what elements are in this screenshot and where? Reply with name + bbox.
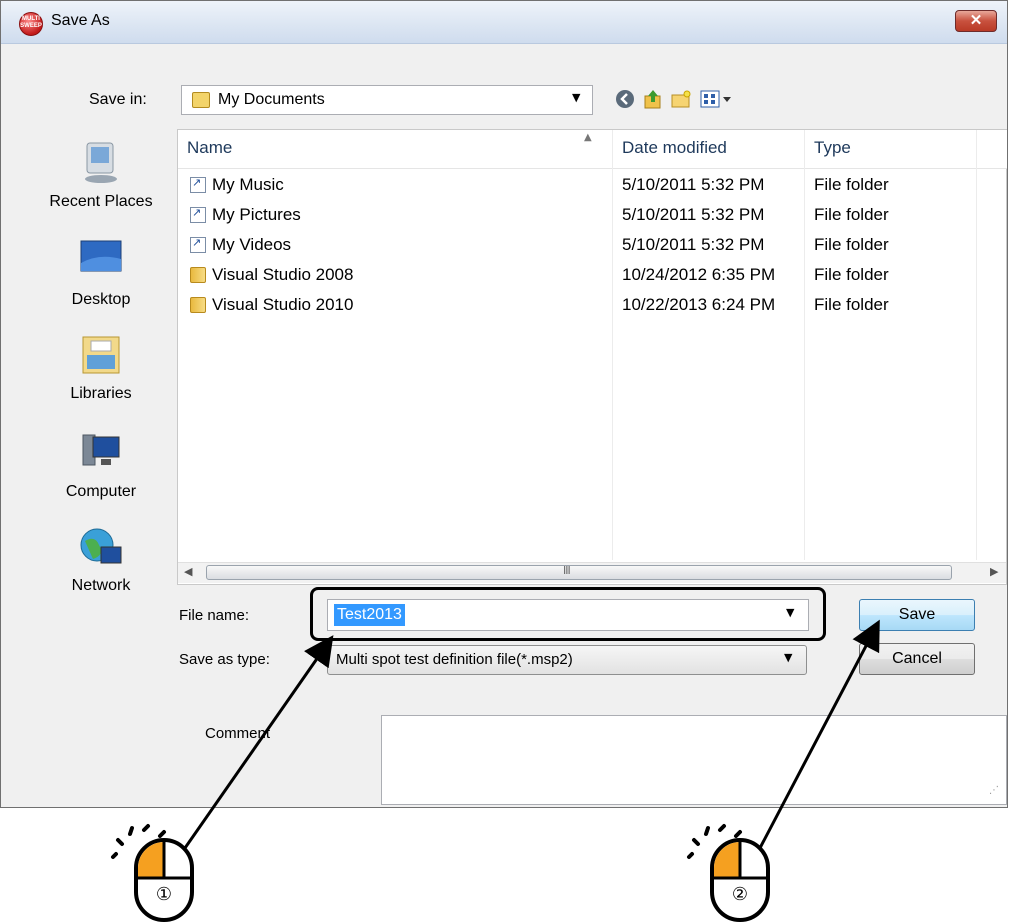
file-date: 5/10/2011 5:32 PM <box>622 205 765 224</box>
shortcut-icon <box>190 236 206 253</box>
views-menu-icon[interactable] <box>699 87 735 111</box>
up-folder-icon[interactable] <box>641 87 665 111</box>
save-in-label: Save in: <box>89 91 147 108</box>
place-network[interactable]: Network <box>21 527 181 601</box>
file-type: File folder <box>814 295 889 314</box>
file-row[interactable]: Visual Studio 2010 10/22/2013 6:24 PM Fi… <box>178 291 1007 321</box>
step-2-label: ② <box>731 884 749 905</box>
place-desktop[interactable]: Desktop <box>21 239 181 319</box>
chevron-down-icon: ▼ <box>784 651 793 664</box>
back-icon[interactable] <box>613 87 637 111</box>
place-label: Recent Places <box>49 193 153 210</box>
file-name: Visual Studio 2008 <box>212 265 354 284</box>
file-row[interactable]: My Pictures 5/10/2011 5:32 PM File folde… <box>178 201 1007 231</box>
file-type: File folder <box>814 175 889 194</box>
file-date: 10/24/2012 6:35 PM <box>622 265 776 284</box>
save-in-dropdown[interactable]: My Documents ▼ <box>181 85 593 115</box>
folder-icon <box>190 267 206 283</box>
window-title: Save As <box>51 12 110 29</box>
column-header-name[interactable]: Name <box>187 138 232 158</box>
place-libraries[interactable]: Libraries <box>21 335 181 415</box>
mouse-click-icon <box>687 824 770 922</box>
title-bar[interactable]: MULTI SWEEP Save As ✕ <box>1 1 1007 44</box>
place-label: Network <box>71 577 131 594</box>
highlight-box <box>310 587 826 641</box>
file-row[interactable]: My Music 5/10/2011 5:32 PM File folder <box>178 171 1007 201</box>
chevron-down-icon: ▼ <box>572 91 581 104</box>
scrollbar-thumb[interactable]: III <box>206 564 952 580</box>
save-as-type-label: Save as type: <box>179 651 270 668</box>
save-in-value: My Documents <box>218 91 325 108</box>
place-label: Desktop <box>71 291 131 308</box>
save-as-type-select[interactable]: Multi spot test definition file(*.msp2) … <box>327 645 807 675</box>
recent-places-icon <box>85 142 117 183</box>
file-name-label: File name: <box>179 607 250 624</box>
desktop-icon <box>80 240 122 272</box>
save-as-type-value: Multi spot test definition file(*.msp2) <box>336 651 573 668</box>
close-icon: ✕ <box>969 12 983 29</box>
horizontal-scrollbar[interactable]: ◀ III ▶ <box>178 562 1006 583</box>
comment-textarea[interactable] <box>381 715 1007 805</box>
place-label: Libraries <box>70 385 132 402</box>
place-label: Computer <box>65 483 137 500</box>
documents-folder-icon <box>192 92 210 108</box>
network-icon <box>80 528 122 564</box>
place-recent-places[interactable]: Recent Places <box>21 139 181 223</box>
step-1-label: ① <box>155 884 173 905</box>
column-header-type[interactable]: Type <box>814 138 851 158</box>
file-name: My Videos <box>212 235 292 254</box>
column-header-row: Name ▲ Date modified Type <box>178 130 1007 169</box>
app-icon-text: MULTI SWEEP <box>20 16 42 29</box>
scroll-left-icon[interactable]: ◀ <box>184 565 192 578</box>
close-button[interactable]: ✕ <box>955 10 997 32</box>
comment-label: Comment <box>205 725 271 742</box>
file-type: File folder <box>814 235 889 254</box>
libraries-icon <box>82 336 120 374</box>
scroll-right-icon[interactable]: ▶ <box>990 565 998 578</box>
file-row[interactable]: My Videos 5/10/2011 5:32 PM File folder <box>178 231 1007 261</box>
file-date: 10/22/2013 6:24 PM <box>622 295 776 314</box>
scroll-grip: III <box>563 564 571 577</box>
mouse-click-icon <box>111 824 194 922</box>
save-button[interactable]: Save <box>859 599 975 631</box>
file-row[interactable]: Visual Studio 2008 10/24/2012 6:35 PM Fi… <box>178 261 1007 291</box>
folder-icon <box>190 297 206 313</box>
cancel-button[interactable]: Cancel <box>859 643 975 675</box>
column-header-date[interactable]: Date modified <box>622 138 727 158</box>
file-name: My Music <box>212 175 284 194</box>
save-as-dialog: MULTI SWEEP Save As ✕ Save in: My Docume… <box>0 0 1008 808</box>
file-type: File folder <box>814 265 889 284</box>
resize-grip-icon[interactable]: ⋰ <box>989 785 999 796</box>
file-name: My Pictures <box>212 205 301 224</box>
shortcut-icon <box>190 176 206 193</box>
file-date: 5/10/2011 5:32 PM <box>622 175 765 194</box>
file-list[interactable]: Name ▲ Date modified Type My Music 5/10/… <box>177 129 1007 585</box>
file-date: 5/10/2011 5:32 PM <box>622 235 765 254</box>
new-folder-icon[interactable] <box>669 87 693 111</box>
file-name: Visual Studio 2010 <box>212 295 354 314</box>
app-icon: MULTI SWEEP <box>19 12 43 36</box>
sort-ascending-icon: ▲ <box>584 132 592 143</box>
place-computer[interactable]: Computer <box>21 431 181 511</box>
computer-icon <box>82 434 120 466</box>
shortcut-icon <box>190 206 206 223</box>
file-type: File folder <box>814 205 889 224</box>
